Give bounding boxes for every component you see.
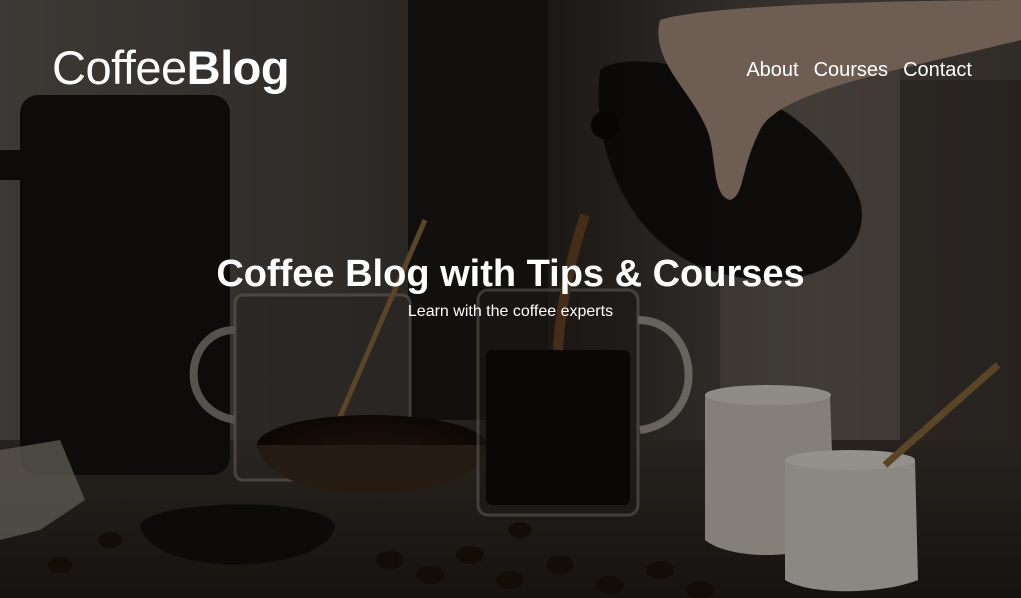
nav-link-courses[interactable]: Courses [814,58,888,82]
nav-link-about[interactable]: About [746,58,798,82]
nav-link-contact[interactable]: Contact [903,58,972,82]
hero-section: CoffeeBlog About Courses Contact Coffee … [0,0,1021,598]
site-header: CoffeeBlog About Courses Contact [52,40,972,100]
hero-text: Coffee Blog with Tips & Courses Learn wi… [0,252,1021,322]
logo-bold-text: Blog [186,41,290,94]
main-nav: About Courses Contact [746,58,972,82]
hero-title: Coffee Blog with Tips & Courses [216,253,805,295]
site-logo[interactable]: CoffeeBlog [52,40,290,96]
hero-subtitle: Learn with the coffee experts [407,303,614,320]
logo-light-text: Coffee [52,41,187,94]
